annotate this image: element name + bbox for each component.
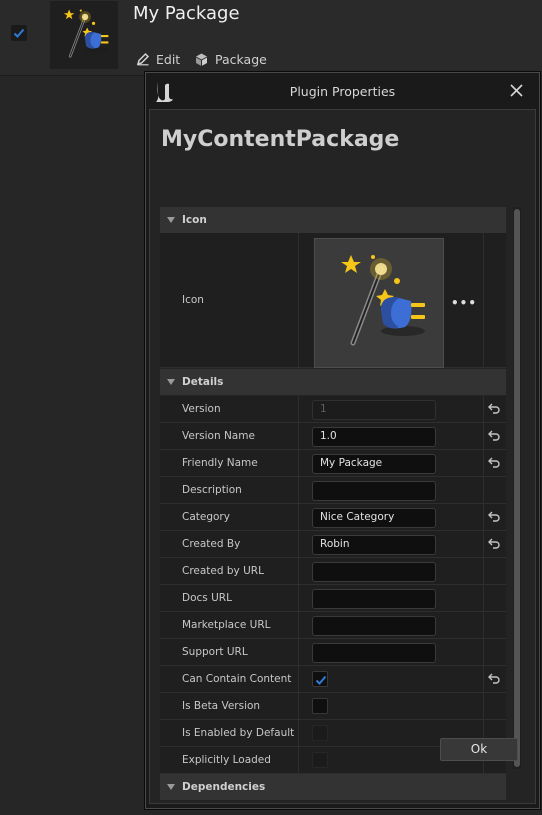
package-label: Package [215,51,267,67]
property-row-marketplace-url: Marketplace URL [160,612,506,639]
dialog-body: MyContentPackage Icon Icon ••• Details V… [149,109,536,804]
property-label: Created by URL [182,565,264,577]
description-field[interactable] [312,481,436,501]
expand-arrow-icon [167,784,175,790]
property-label: Version Name [182,430,255,442]
plugin-thumbnail [50,1,118,69]
category-icon[interactable]: Icon [160,207,506,233]
magic-wand-plug-icon [315,239,443,367]
property-label: Docs URL [182,592,232,604]
ok-button[interactable]: Ok [440,738,518,761]
magic-wand-plug-icon [50,1,118,69]
dialog-title: Plugin Properties [289,84,396,99]
property-label: Description [182,484,242,496]
checkmark-icon [315,674,327,686]
can-contain-content-checkbox[interactable] [312,671,328,687]
category-label: Details [182,376,224,388]
dialog-titlebar[interactable]: Plugin Properties [146,73,539,109]
category-label: Icon [182,214,207,226]
created-by-url-field[interactable] [312,562,436,582]
property-label: Friendly Name [182,457,258,469]
scrollbar-thumb[interactable] [514,209,520,767]
plugin-name-heading: MyContentPackage [161,127,400,152]
property-row-created-by: Created By Robin [160,531,506,558]
property-row-friendly-name: Friendly Name My Package [160,450,506,477]
is-enabled-by-default-checkbox [312,725,328,741]
support-url-field[interactable] [312,643,436,663]
reset-to-default-icon[interactable] [487,456,501,468]
property-row-support-url: Support URL [160,639,506,666]
category-dependencies[interactable]: Dependencies [160,774,506,800]
checkmark-icon [13,27,25,39]
version-name-field[interactable]: 1.0 [312,427,436,447]
explicitly-loaded-checkbox [312,752,328,768]
property-row-docs-url: Docs URL [160,585,506,612]
is-beta-version-checkbox[interactable] [312,698,328,714]
field-value: 1 [320,403,327,415]
expand-arrow-icon [167,217,175,223]
more-options-icon[interactable]: ••• [451,296,477,310]
property-row-is-beta-version: Is Beta Version [160,693,506,720]
marketplace-url-field[interactable] [312,616,436,636]
plugin-title: My Package [133,3,240,24]
property-label: Created By [182,538,241,550]
plugin-enabled-checkbox[interactable] [11,25,27,41]
property-label: Marketplace URL [182,619,271,631]
field-value: Robin [320,538,350,550]
edit-button[interactable]: Edit [136,50,180,68]
icon-property-row: Icon ••• [160,233,506,368]
edit-label: Edit [156,51,181,67]
docs-url-field[interactable] [312,589,436,609]
version-field: 1 [312,400,436,420]
property-label: Support URL [182,646,248,658]
pencil-icon [136,52,150,66]
property-label: Category [182,511,230,523]
friendly-name-field[interactable]: My Package [312,454,436,474]
package-button[interactable]: Package [194,50,267,68]
category-details[interactable]: Details [160,369,506,395]
property-label: Can Contain Content [182,673,292,685]
reset-to-default-icon[interactable] [487,402,501,414]
expand-arrow-icon [167,379,175,385]
property-row-description: Description [160,477,506,504]
plugin-icon-preview[interactable] [314,238,444,368]
created-by-field[interactable]: Robin [312,535,436,555]
field-value: 1.0 [320,430,337,442]
field-value: Nice Category [320,511,395,523]
property-label: Explicitly Loaded [182,754,271,766]
property-row-category: Category Nice Category [160,504,506,531]
reset-to-default-icon[interactable] [487,672,501,684]
reset-to-default-icon[interactable] [487,429,501,441]
category-field[interactable]: Nice Category [312,508,436,528]
property-row-created-by-url: Created by URL [160,558,506,585]
property-row-can-contain-content: Can Contain Content [160,666,506,693]
property-row-version-name: Version Name 1.0 [160,423,506,450]
property-label: Is Beta Version [182,700,261,712]
reset-to-default-icon[interactable] [487,510,501,522]
reset-to-default-icon[interactable] [487,537,501,549]
package-icon [196,53,207,66]
category-label: Dependencies [182,781,266,793]
property-row-version: Version 1 [160,396,506,423]
plugin-properties-dialog: Plugin Properties MyContentPackage Icon … [145,72,540,809]
property-label: Is Enabled by Default [182,727,295,739]
field-value: My Package [320,457,383,469]
close-icon[interactable] [510,84,523,97]
property-label: Icon [182,294,204,306]
property-label: Version [182,403,221,415]
plugin-entry: My Package Edit Package [0,0,542,76]
